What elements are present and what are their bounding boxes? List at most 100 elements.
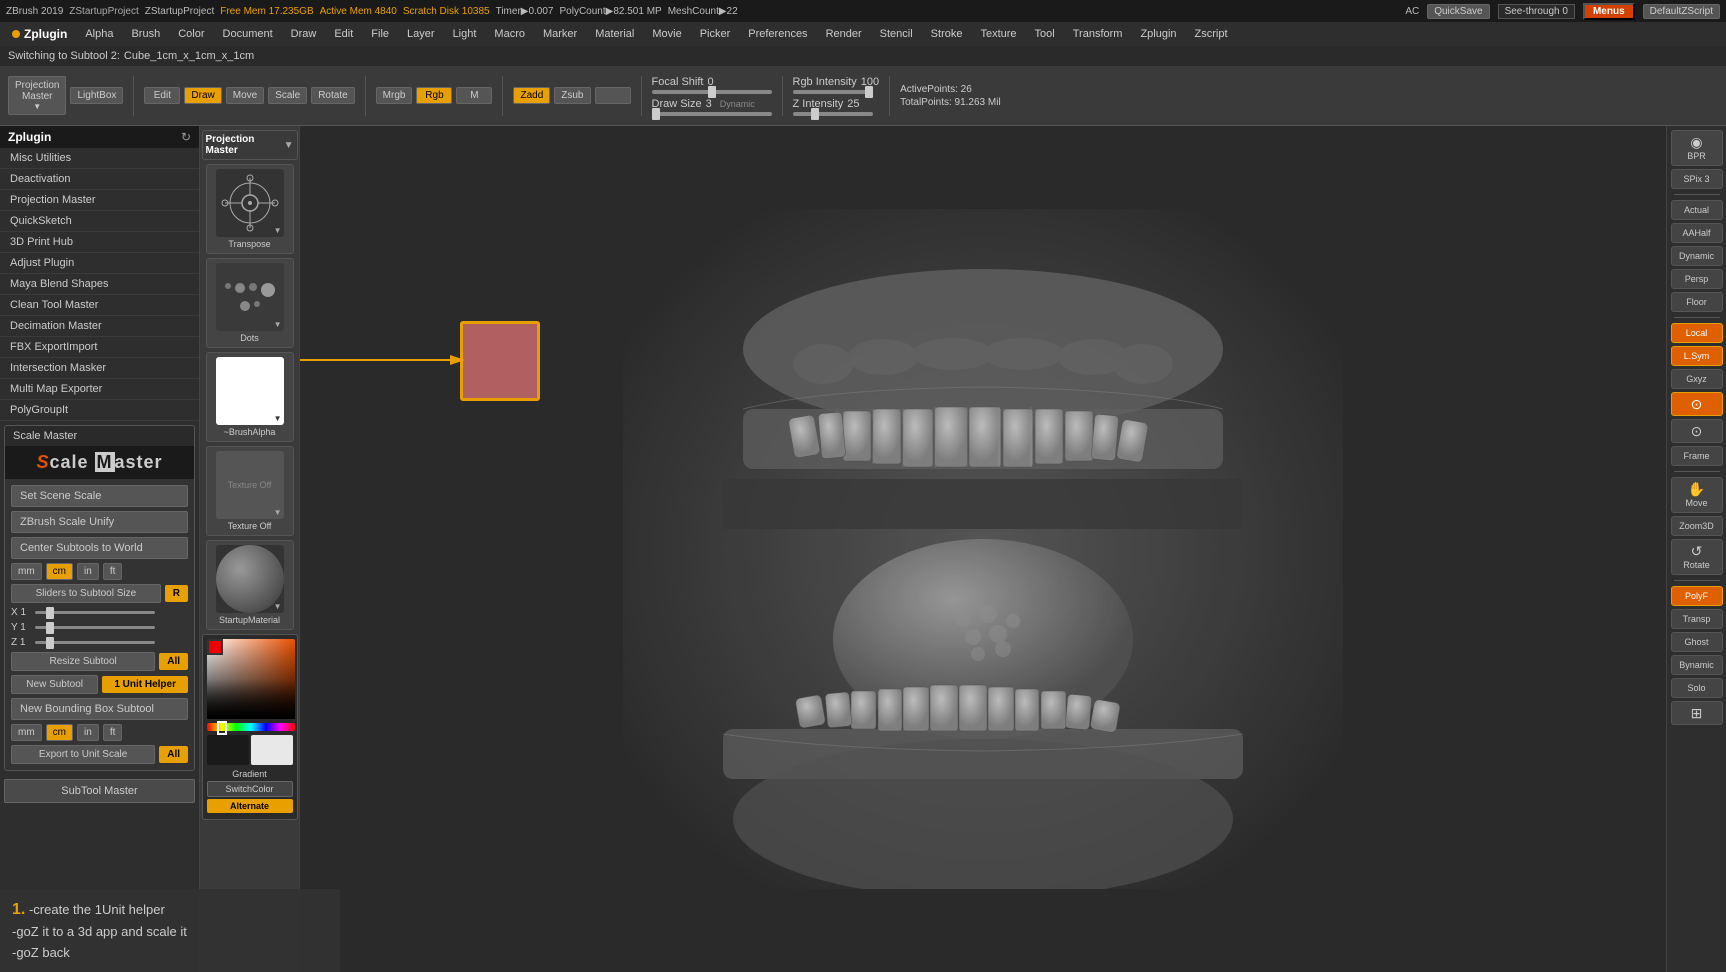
menu-movie[interactable]: Movie xyxy=(644,26,689,42)
gxyz-button[interactable]: Gxyz xyxy=(1671,369,1723,389)
solo-button[interactable]: Solo xyxy=(1671,678,1723,698)
zplugin-logo[interactable]: Zplugin xyxy=(4,25,75,43)
local-button[interactable]: Local xyxy=(1671,323,1723,343)
sliders-to-subtool-button[interactable]: Sliders to Subtool Size xyxy=(11,584,161,603)
menu-edit[interactable]: Edit xyxy=(326,26,361,42)
sidebar-maya-blend-shapes[interactable]: Maya Blend Shapes xyxy=(0,274,199,295)
center-subtools-button[interactable]: Center Subtools to World xyxy=(11,537,188,559)
menu-transform[interactable]: Transform xyxy=(1065,26,1131,42)
brush-transpose[interactable]: ▼ Transpose xyxy=(206,164,294,254)
menu-stroke[interactable]: Stroke xyxy=(923,26,971,42)
sidebar-3d-print-hub[interactable]: 3D Print Hub xyxy=(0,232,199,253)
unit-mm-2[interactable]: mm xyxy=(11,724,42,741)
zadd-button[interactable]: Zadd xyxy=(513,87,550,104)
actual-button[interactable]: Actual xyxy=(1671,200,1723,220)
resize-subtool-button[interactable]: Resize Subtool xyxy=(11,652,155,671)
quicksave-button[interactable]: QuickSave xyxy=(1427,4,1489,19)
brush-dots[interactable]: ▼ Dots xyxy=(206,258,294,348)
menu-material[interactable]: Material xyxy=(587,26,642,42)
lightbox-button[interactable]: LightBox xyxy=(70,87,123,104)
projection-master-panel-header[interactable]: ProjectionMaster ▼ xyxy=(202,130,298,160)
brush-alpha[interactable]: ▼ ~BrushAlpha xyxy=(206,352,294,442)
menu-layer[interactable]: Layer xyxy=(399,26,443,42)
sidebar-quicksketch[interactable]: QuickSketch xyxy=(0,211,199,232)
sidebar-adjust-plugin[interactable]: Adjust Plugin xyxy=(0,253,199,274)
rgb-button[interactable]: Rgb xyxy=(416,87,452,104)
mrgb-button[interactable]: Mrgb xyxy=(376,87,413,104)
all-resize-badge[interactable]: All xyxy=(159,653,188,670)
menu-zplugin[interactable]: Zplugin xyxy=(1132,26,1184,42)
zbrush-scale-unify-button[interactable]: ZBrush Scale Unify xyxy=(11,511,188,533)
lsym-button[interactable]: L.Sym xyxy=(1671,346,1723,366)
color-swatch-white[interactable] xyxy=(251,735,293,765)
viewport-bg[interactable] xyxy=(300,126,1666,972)
unit-in-2[interactable]: in xyxy=(77,724,99,741)
red-corner-indicator[interactable] xyxy=(207,639,223,655)
focal-shift-slider[interactable] xyxy=(652,90,772,94)
color-preview-square[interactable] xyxy=(460,321,540,401)
set-scene-scale-button[interactable]: Set Scene Scale xyxy=(11,485,188,507)
zsub-button[interactable]: Zsub xyxy=(554,87,590,104)
new-subtool-button[interactable]: New Subtool xyxy=(11,675,98,694)
menu-stencil[interactable]: Stencil xyxy=(872,26,921,42)
bpr-button[interactable]: ◉ BPR xyxy=(1671,130,1723,166)
projection-master-button[interactable]: ProjectionMaster ▼ xyxy=(8,76,66,115)
unit-helper-button[interactable]: 1 Unit Helper xyxy=(102,676,188,693)
spix-button[interactable]: SPix 3 xyxy=(1671,169,1723,189)
z-intensity-slider[interactable] xyxy=(793,112,873,116)
z-slider[interactable] xyxy=(35,641,155,644)
menu-tool[interactable]: Tool xyxy=(1027,26,1063,42)
r-badge[interactable]: R xyxy=(165,585,188,602)
scale-button[interactable]: Scale xyxy=(268,87,307,104)
new-bounding-box-button[interactable]: New Bounding Box Subtool xyxy=(11,698,188,720)
m-button[interactable]: M xyxy=(456,87,492,104)
menu-draw[interactable]: Draw xyxy=(283,26,325,42)
color-swatch-black[interactable] xyxy=(207,735,249,765)
move-button-right[interactable]: ✋ Move xyxy=(1671,477,1723,513)
menu-texture[interactable]: Texture xyxy=(972,26,1024,42)
menu-render[interactable]: Render xyxy=(818,26,870,42)
color-gradient-container[interactable] xyxy=(207,639,293,719)
sidebar-clean-tool-master[interactable]: Clean Tool Master xyxy=(0,295,199,316)
move-button[interactable]: Move xyxy=(226,87,264,104)
menu-marker[interactable]: Marker xyxy=(535,26,585,42)
empty-btn-1[interactable]: ⊙ xyxy=(1671,419,1723,443)
sidebar-fbx-export[interactable]: FBX ExportImport xyxy=(0,337,199,358)
menu-color[interactable]: Color xyxy=(170,26,212,42)
transp-button[interactable]: Transp xyxy=(1671,609,1723,629)
sidebar-misc-utilities[interactable]: Misc Utilities xyxy=(0,148,199,169)
brush-material[interactable]: ▼ StartupMaterial xyxy=(206,540,294,630)
x-slider[interactable] xyxy=(35,611,155,614)
floor-button[interactable]: Floor xyxy=(1671,292,1723,312)
menu-preferences[interactable]: Preferences xyxy=(740,26,815,42)
alternate-button[interactable]: Alternate xyxy=(207,799,293,813)
menu-file[interactable]: File xyxy=(363,26,397,42)
zcut-button[interactable]: Zcut xyxy=(595,87,631,104)
sidebar-intersection-masker[interactable]: Intersection Masker xyxy=(0,358,199,379)
unit-ft-2[interactable]: ft xyxy=(103,724,123,741)
sidebar-polygroupit[interactable]: PolyGroupIt xyxy=(0,400,199,421)
frame-button[interactable]: Frame xyxy=(1671,446,1723,466)
all-export-badge[interactable]: All xyxy=(159,746,188,763)
rgb-intensity-slider[interactable] xyxy=(793,90,873,94)
default-script-button[interactable]: DefaultZScript xyxy=(1643,4,1720,19)
menu-light[interactable]: Light xyxy=(445,26,485,42)
brush-texture[interactable]: Texture Off ▼ Texture Off xyxy=(206,446,294,536)
rotate-button[interactable]: Rotate xyxy=(311,87,354,104)
dynamic-button[interactable]: Dynamic xyxy=(1671,246,1723,266)
y-slider[interactable] xyxy=(35,626,155,629)
refresh-button[interactable]: ↻ xyxy=(181,130,191,144)
unit-cm-2[interactable]: cm xyxy=(46,724,73,741)
sidebar-projection-master[interactable]: Projection Master xyxy=(0,190,199,211)
edit-button[interactable]: Edit xyxy=(144,87,180,104)
aahalf-button[interactable]: AAHalf xyxy=(1671,223,1723,243)
persp-button[interactable]: Persp xyxy=(1671,269,1723,289)
export-to-scale-button[interactable]: Export to Unit Scale xyxy=(11,745,155,764)
sidebar-multi-map-exporter[interactable]: Multi Map Exporter xyxy=(0,379,199,400)
sym-button[interactable]: ⊙ xyxy=(1671,392,1723,416)
menu-picker[interactable]: Picker xyxy=(692,26,739,42)
draw-button[interactable]: Draw xyxy=(184,87,221,104)
scale-master-header[interactable]: Scale Master xyxy=(5,426,194,446)
menu-alpha[interactable]: Alpha xyxy=(77,26,121,42)
main-canvas[interactable] xyxy=(300,126,1666,972)
